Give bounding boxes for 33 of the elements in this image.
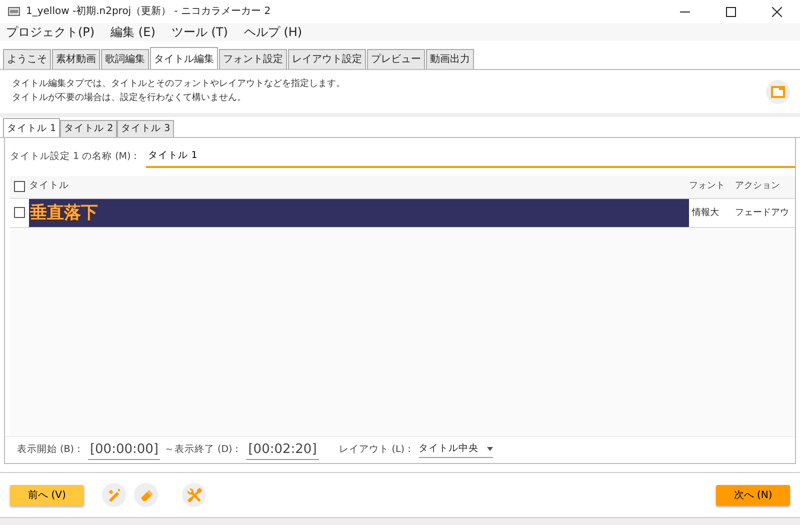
menu-item[interactable]: 編集 (E)	[110, 23, 156, 41]
window-title: 1_yellow -初期.n2proj（更新） - ニコカラメーカー 2	[26, 4, 272, 19]
tab[interactable]: フォント設定	[219, 49, 287, 69]
menu-item[interactable]: ヘルプ (H)	[244, 23, 302, 41]
layout-dropdown[interactable]: タイトル中央	[418, 442, 492, 458]
table-cell: フェードアウ	[735, 208, 789, 218]
tab[interactable]: プレビュー	[367, 49, 425, 69]
tab[interactable]: 歌詞編集	[101, 49, 149, 69]
tab[interactable]: ようこそ	[3, 49, 51, 69]
tab[interactable]: タイトル 3	[117, 120, 174, 138]
column-header: アクション	[735, 181, 780, 192]
description-text: タイトル編集タブでは、タイトルとそのフォントやレイアウトなどを指定します。	[12, 78, 345, 91]
field-label: レイアウト (L)：	[338, 442, 414, 457]
table-cell: 情報大	[692, 208, 719, 218]
tab[interactable]: 動画出力	[426, 49, 474, 69]
tab[interactable]: タイトル 1	[3, 118, 60, 138]
tab[interactable]: レイアウト設定	[288, 49, 366, 69]
field-label: タイトル設定 1 の名称 (M)：	[10, 150, 141, 164]
field-label: ～表示終了 (D)：	[164, 442, 242, 457]
field-label: 表示開始 (B)：	[17, 442, 84, 457]
tab[interactable]: タイトル 2	[60, 120, 118, 138]
title-preview: 垂直落下	[29, 198, 689, 226]
next-button[interactable]: 次へ (N)	[716, 484, 790, 506]
previous-button[interactable]: 前へ (V)	[10, 484, 84, 506]
time-field[interactable]: [00:00:00]	[88, 440, 160, 460]
tab[interactable]: 素材動画	[52, 49, 100, 69]
tab[interactable]: タイトル編集	[150, 47, 218, 69]
column-header: フォント	[689, 181, 725, 192]
description-text: タイトルが不要の場合は、設定を行わなくて構いません。	[12, 92, 247, 104]
column-header: タイトル	[29, 179, 70, 194]
menu-item[interactable]: プロジェクト(P)	[6, 23, 95, 41]
time-field[interactable]: [00:02:20]	[246, 440, 319, 460]
menu-item[interactable]: ツール (T)	[171, 23, 228, 41]
